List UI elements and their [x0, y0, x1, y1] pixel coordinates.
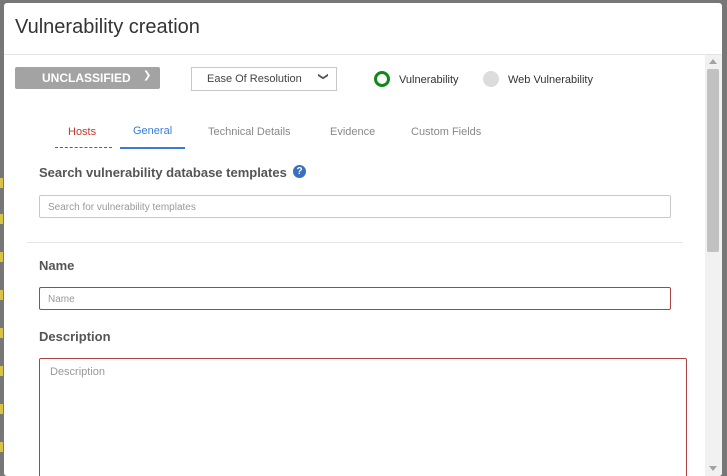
name-label: Name — [39, 258, 75, 273]
modal-header: Vulnerability creation — [4, 3, 722, 55]
description-placeholder: Description — [50, 366, 106, 378]
sort-select[interactable]: Ease Of Resolution ❯ — [191, 67, 337, 91]
backdrop-stripe — [0, 252, 3, 262]
vulnerability-radio-label[interactable]: Vulnerability — [399, 74, 459, 86]
backdrop-stripe — [0, 442, 3, 452]
chevron-down-icon: ❯ — [317, 72, 329, 81]
tab-technical-details[interactable]: Technical Details — [208, 126, 291, 138]
web-vulnerability-radio[interactable] — [483, 71, 499, 87]
template-search-input[interactable]: Search for vulnerability templates — [39, 195, 671, 218]
scroll-up-icon[interactable] — [709, 59, 717, 64]
tab-general[interactable]: General — [133, 125, 172, 137]
web-vulnerability-radio-label[interactable]: Web Vulnerability — [508, 74, 593, 86]
tab-evidence[interactable]: Evidence — [330, 126, 375, 138]
vulnerability-creation-modal: Vulnerability creation UNCLASSIFIED ❯ Ea… — [4, 3, 722, 476]
backdrop-stripe — [0, 366, 3, 376]
scrollbar-thumb[interactable] — [707, 69, 719, 252]
backdrop-stripe — [0, 328, 3, 338]
backdrop-stripe — [0, 214, 3, 224]
tab-hosts[interactable]: Hosts — [68, 126, 96, 138]
name-field[interactable]: Name — [39, 287, 671, 310]
description-label: Description — [39, 329, 111, 344]
modal-title: Vulnerability creation — [15, 16, 200, 38]
backdrop-stripe — [0, 290, 3, 300]
sort-select-value: Ease Of Resolution — [207, 73, 302, 85]
chevron-down-icon: ❯ — [143, 70, 152, 81]
tab-custom-fields[interactable]: Custom Fields — [411, 126, 481, 138]
general-tab-active-indicator — [120, 147, 185, 149]
name-placeholder: Name — [48, 294, 75, 305]
classification-label: UNCLASSIFIED — [42, 71, 131, 85]
classification-dropdown-button[interactable]: UNCLASSIFIED ❯ — [15, 67, 160, 89]
backdrop-stripe — [0, 178, 3, 188]
templates-section-title: Search vulnerability database templates — [39, 165, 287, 180]
template-search-placeholder: Search for vulnerability templates — [48, 202, 196, 213]
backdrop-stripe — [0, 404, 3, 414]
help-icon[interactable]: ? — [293, 165, 306, 178]
section-divider — [27, 242, 683, 243]
hosts-tab-underline — [55, 147, 112, 148]
vulnerability-radio[interactable] — [374, 71, 390, 87]
description-textarea[interactable]: Description — [39, 358, 687, 476]
scroll-down-icon[interactable] — [709, 466, 717, 471]
